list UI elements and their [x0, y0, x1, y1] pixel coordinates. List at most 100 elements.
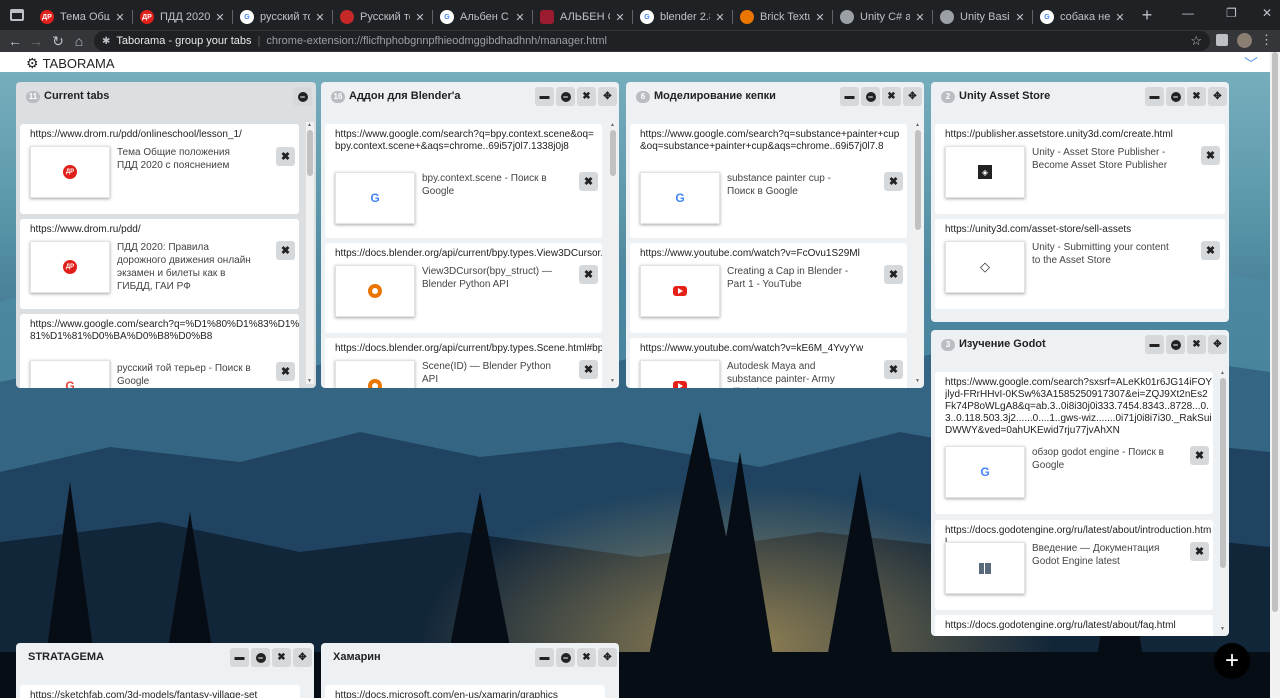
tab-url[interactable]: https://www.drom.ru/pdd/	[30, 224, 290, 236]
move-group-button[interactable]: ✥	[1208, 335, 1227, 354]
tab-card[interactable]: https://www.drom.ru/pdd/ ДР ПДД 2020: Пр…	[20, 219, 299, 309]
move-group-button[interactable]: ✥	[903, 87, 922, 106]
tab-card[interactable]: https://docs.blender.org/api/current/bpy…	[325, 243, 602, 333]
open-group-button[interactable]: ▬	[1145, 335, 1164, 354]
close-window-icon[interactable]: ✕	[1262, 6, 1272, 20]
open-group-button[interactable]: ▬	[1145, 87, 1164, 106]
close-tab-button[interactable]: ✖	[1190, 446, 1209, 465]
move-group-button[interactable]: ✥	[293, 648, 312, 667]
tab-url[interactable]: https://publisher.assetstore.unity3d.com…	[945, 129, 1221, 141]
browser-tab[interactable]: Brick Texture Ni ✕	[732, 4, 832, 30]
add-group-button[interactable]: +	[1214, 643, 1250, 679]
group-title[interactable]: Хамарин	[333, 651, 381, 663]
browser-tab[interactable]: Unity C# and Sh ✕	[832, 4, 932, 30]
tab-thumbnail[interactable]	[640, 360, 720, 388]
tab-thumbnail[interactable]: G	[945, 446, 1025, 498]
tab-thumbnail[interactable]: G	[30, 360, 110, 388]
close-tab-button[interactable]: ✖	[276, 241, 295, 260]
tab-url[interactable]: https://sketchfab.com/3d-models/fantasy-…	[30, 690, 298, 698]
group-scrollbar[interactable]: ▲ ▼	[609, 122, 617, 384]
collapse-group-button[interactable]: −	[861, 87, 880, 106]
tab-url[interactable]: https://docs.blender.org/api/current/bpy…	[335, 248, 602, 260]
tab-url[interactable]: https://www.google.com/search?q=substanc…	[640, 129, 902, 165]
chevron-down-icon[interactable]: ﹀	[1244, 54, 1258, 74]
group-title[interactable]: Аддон для Blender'а	[349, 90, 460, 102]
close-tab-button[interactable]: ✖	[1201, 241, 1220, 260]
group-scrollbar[interactable]: ▲ ▼	[306, 122, 314, 384]
open-group-button[interactable]: ▬	[840, 87, 859, 106]
profile-avatar[interactable]	[1237, 33, 1252, 48]
new-tab-button[interactable]: +	[1138, 5, 1156, 25]
collapse-group-button[interactable]: −	[1166, 335, 1185, 354]
tab-url[interactable]: https://www.google.com/search?q=%D1%80%D…	[30, 319, 299, 343]
tab-card[interactable]: https://unity3d.com/asset-store/sell-ass…	[935, 219, 1225, 309]
tab-url[interactable]: https://www.drom.ru/pdd/onlineschool/les…	[30, 129, 290, 141]
tab-thumbnail[interactable]	[945, 542, 1025, 594]
browser-tab[interactable]: Русский той-тер ✕	[332, 4, 432, 30]
tab-search-icon[interactable]	[10, 9, 24, 21]
tab-url[interactable]: https://docs.microsoft.com/en-us/xamarin…	[335, 690, 603, 698]
close-icon[interactable]: ✕	[414, 11, 426, 24]
group-title[interactable]: Unity Asset Store	[959, 90, 1050, 102]
browser-tab[interactable]: G Альбен С - Поиск ✕	[432, 4, 532, 30]
browser-tab[interactable]: ДР Тема Общие по ✕	[32, 4, 132, 30]
close-icon[interactable]: ✕	[614, 11, 626, 24]
browser-tab[interactable]: G собака не пьёт ✕	[1032, 4, 1132, 30]
close-icon[interactable]: ✕	[314, 11, 326, 24]
tab-thumbnail[interactable]	[335, 360, 415, 388]
browser-tab[interactable]: Unity Basics Tut ✕	[932, 4, 1032, 30]
tab-url[interactable]: https://docs.blender.org/api/current/bpy…	[335, 343, 602, 355]
delete-group-button[interactable]: ✖	[577, 648, 596, 667]
tab-url[interactable]: https://www.youtube.com/watch?v=kE6M_4Yv…	[640, 343, 907, 355]
forward-icon[interactable]: →	[27, 32, 45, 50]
delete-group-button[interactable]: ✖	[882, 87, 901, 106]
browser-tab[interactable]: G blender 2.83 bri ✕	[632, 4, 732, 30]
back-icon[interactable]: ←	[6, 32, 24, 50]
close-icon[interactable]: ✕	[1014, 11, 1026, 24]
close-tab-button[interactable]: ✖	[579, 172, 598, 191]
minimize-icon[interactable]: —	[1182, 6, 1194, 20]
tab-thumbnail[interactable]: ДР	[30, 241, 110, 293]
tab-url[interactable]: https://www.google.com/search?sxsrf=ALeK…	[945, 377, 1213, 437]
tab-card[interactable]: https://publisher.assetstore.unity3d.com…	[935, 124, 1225, 214]
tab-thumbnail[interactable]	[335, 265, 415, 317]
open-group-button[interactable]: ▬	[230, 648, 249, 667]
tab-thumbnail[interactable]: G	[640, 172, 720, 224]
tab-thumbnail[interactable]: G	[335, 172, 415, 224]
page-scrollbar[interactable]	[1270, 52, 1280, 698]
close-icon[interactable]: ✕	[714, 11, 726, 24]
browser-tab[interactable]: АЛЬБЕН С инст ✕	[532, 4, 632, 30]
close-tab-button[interactable]: ✖	[579, 265, 598, 284]
delete-group-button[interactable]: ✖	[1187, 335, 1206, 354]
close-icon[interactable]: ✕	[514, 11, 526, 24]
tab-card[interactable]: https://www.google.com/search?q=%D1%80%D…	[20, 314, 299, 388]
tab-card[interactable]: https://docs.godotengine.org/ru/latest/a…	[935, 520, 1213, 610]
group-title[interactable]: Изучение Godot	[959, 338, 1046, 350]
address-bar[interactable]: ✱ Taborama - group your tabs | chrome-ex…	[94, 31, 1210, 51]
group-title[interactable]: Current tabs	[44, 90, 109, 102]
group-title[interactable]: Моделирование кепки	[654, 90, 776, 102]
open-group-button[interactable]: ▬	[535, 87, 554, 106]
close-tab-button[interactable]: ✖	[884, 265, 903, 284]
open-group-button[interactable]: ▬	[535, 648, 554, 667]
restore-icon[interactable]: ❐	[1226, 6, 1237, 20]
tab-card[interactable]: https://docs.godotengine.org/ru/latest/a…	[935, 615, 1213, 636]
delete-group-button[interactable]: ✖	[1187, 87, 1206, 106]
menu-icon[interactable]: ⋮	[1260, 32, 1273, 48]
group-scrollbar[interactable]: ▲ ▼	[914, 122, 922, 384]
close-icon[interactable]: ✕	[214, 11, 226, 24]
tab-card[interactable]: https://docs.microsoft.com/en-us/xamarin…	[325, 685, 605, 698]
browser-tab[interactable]: ДР ПДД 2020: Пра ✕	[132, 4, 232, 30]
tab-thumbnail[interactable]: ◇	[945, 241, 1025, 293]
tab-url[interactable]: https://unity3d.com/asset-store/sell-ass…	[945, 224, 1221, 236]
tab-card[interactable]: https://docs.blender.org/api/current/bpy…	[325, 338, 602, 388]
collapse-group-button[interactable]: −	[293, 87, 312, 106]
move-group-button[interactable]: ✥	[598, 648, 617, 667]
close-tab-button[interactable]: ✖	[884, 360, 903, 379]
close-tab-button[interactable]: ✖	[884, 172, 903, 191]
close-tab-button[interactable]: ✖	[579, 360, 598, 379]
delete-group-button[interactable]: ✖	[272, 648, 291, 667]
collapse-group-button[interactable]: −	[251, 648, 270, 667]
close-tab-button[interactable]: ✖	[1201, 146, 1220, 165]
close-tab-button[interactable]: ✖	[276, 147, 295, 166]
